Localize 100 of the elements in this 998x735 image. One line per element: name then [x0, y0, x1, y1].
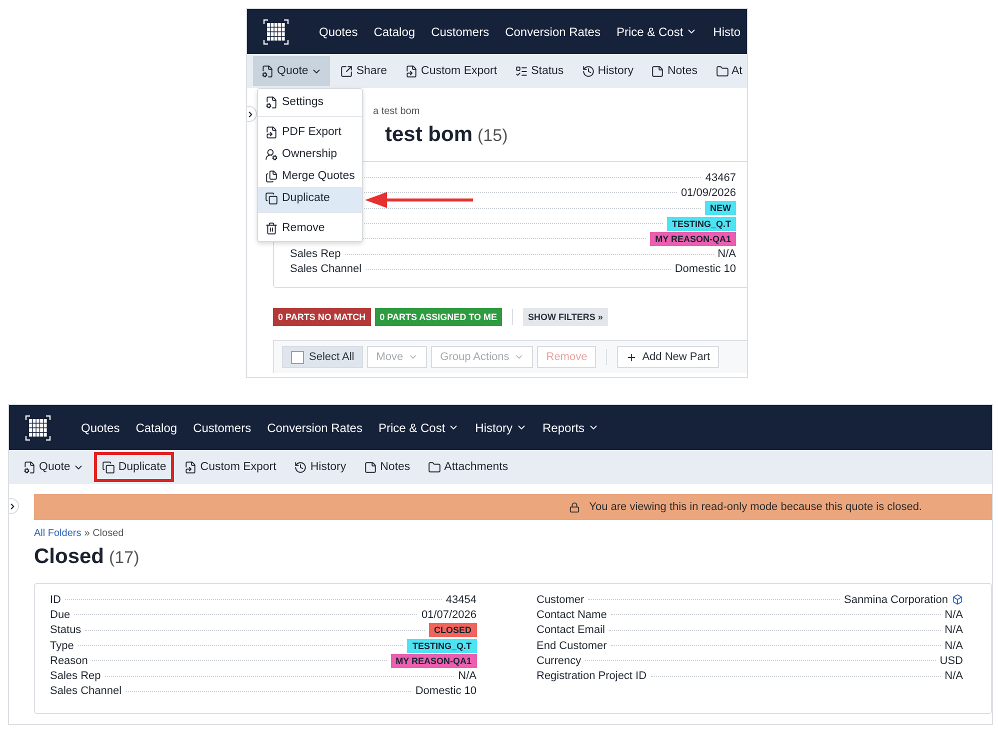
- toolbar-button[interactable]: Quote: [253, 56, 330, 86]
- nav-link[interactable]: Reports: [534, 420, 607, 434]
- toolbar-button[interactable]: Custom Export: [397, 56, 506, 86]
- nav-link[interactable]: Customers: [423, 24, 498, 38]
- nav-link[interactable]: History: [467, 420, 535, 434]
- field-label: Sales Channel: [290, 263, 362, 276]
- field-label: ID: [50, 594, 61, 606]
- status-tag: NEW: [705, 201, 736, 216]
- toolbar-button[interactable]: Quote: [15, 452, 92, 482]
- field-value: N/A: [718, 248, 736, 260]
- box-icon[interactable]: [952, 594, 963, 606]
- status-tag: TESTING_Q.T: [407, 638, 476, 653]
- trash-icon: [265, 222, 278, 234]
- field-label: Customer: [536, 594, 584, 606]
- file-gear-icon: [261, 64, 274, 78]
- field-label: Currency: [536, 654, 582, 667]
- chevron-right-icon: [247, 110, 255, 118]
- note-icon: [651, 64, 664, 78]
- toolbar-button[interactable]: History: [574, 56, 642, 86]
- file-arrow-icon: [405, 64, 418, 78]
- history-icon: [294, 460, 308, 474]
- status-tag: MY REASON-QA1: [650, 232, 736, 246]
- field-value: N/A: [944, 608, 963, 621]
- nav-link[interactable]: Histo: [705, 24, 747, 38]
- toolbar-button[interactable]: At: [708, 56, 747, 86]
- field-label: Contact Name: [536, 608, 607, 621]
- item-count: (15): [478, 126, 508, 146]
- file-arrow-icon: [184, 460, 198, 474]
- field-value: USD: [940, 654, 963, 667]
- banner-text: You are viewing this in read-only mode because this quote is closed.: [589, 501, 922, 513]
- folder-icon: [428, 460, 442, 474]
- filter-button[interactable]: 0 PARTS ASSIGNED TO ME: [374, 308, 502, 326]
- toolbar-button[interactable]: Duplicate: [94, 452, 174, 482]
- filter-button[interactable]: SHOW FILTERS »: [523, 308, 608, 326]
- menu-item[interactable]: Settings: [258, 91, 362, 117]
- history-icon: [582, 64, 595, 78]
- field-value: 43467: [705, 172, 736, 184]
- lock-icon: [569, 502, 580, 512]
- breadcrumb-text: » Closed: [84, 528, 124, 539]
- field-label: Reason: [50, 654, 88, 667]
- menu-item[interactable]: PDF Export: [258, 121, 362, 143]
- menu-item[interactable]: Duplicate: [258, 187, 362, 213]
- grid-logo-icon: [25, 414, 51, 440]
- field-value: N/A: [944, 624, 963, 636]
- nav-link[interactable]: Catalog: [366, 24, 424, 38]
- toolbar-button[interactable]: Share: [332, 56, 396, 86]
- page-title: Closed: [34, 545, 104, 569]
- file-gear-icon: [265, 96, 278, 108]
- nav-link[interactable]: Conversion Rates: [259, 420, 370, 434]
- nav-link[interactable]: Price & Cost: [370, 420, 468, 434]
- note-icon: [364, 460, 378, 474]
- field-value: N/A: [458, 670, 476, 682]
- field-label: Status: [50, 624, 82, 636]
- toolbar-button[interactable]: History: [286, 452, 354, 482]
- folder-icon: [716, 64, 729, 78]
- nav-link[interactable]: Customers: [185, 420, 260, 434]
- field-label: Registration Project ID: [536, 670, 647, 682]
- breadcrumb-text: a test bom: [373, 106, 420, 117]
- nav-link[interactable]: Quotes: [73, 420, 128, 434]
- copy-icon: [102, 460, 116, 474]
- field-value: Domestic 10: [415, 685, 476, 698]
- nav-link[interactable]: Catalog: [128, 420, 186, 434]
- file-arrow-icon: [265, 126, 278, 138]
- nav-link[interactable]: Quotes: [311, 24, 366, 38]
- filter-button[interactable]: 0 PARTS NO MATCH: [273, 308, 371, 326]
- breadcrumb-link[interactable]: All Folders: [34, 528, 82, 539]
- file-gear-icon: [23, 460, 36, 474]
- page-title: test bom: [385, 123, 473, 147]
- item-count: (17): [109, 548, 140, 568]
- toolbar-button[interactable]: Custom Export: [176, 452, 284, 482]
- nav-link[interactable]: Conversion Rates: [497, 24, 608, 38]
- field-value: 43454: [446, 594, 476, 606]
- external-link-icon: [340, 64, 354, 78]
- toolbar-button[interactable]: Notes: [643, 56, 706, 86]
- list-icon: [515, 64, 528, 78]
- user-gear-icon: [265, 148, 278, 160]
- status-tag: CLOSED: [428, 623, 476, 638]
- status-tag: MY REASON-QA1: [390, 654, 476, 668]
- chevron-right-icon: [9, 502, 17, 510]
- action-button[interactable]: Select All: [282, 346, 364, 368]
- menu-item[interactable]: Remove: [258, 217, 362, 239]
- field-value: 01/09/2026: [680, 186, 736, 199]
- field-value: 01/07/2026: [421, 608, 476, 621]
- field-label: Contact Email: [536, 624, 605, 636]
- checkbox[interactable]: [291, 350, 304, 364]
- nav-link[interactable]: Price & Cost: [608, 24, 706, 38]
- toolbar-button[interactable]: Status: [507, 56, 572, 86]
- toolbar-button[interactable]: Attachments: [420, 452, 516, 482]
- action-button[interactable]: Add New Part: [617, 346, 720, 368]
- field-value: N/A: [944, 670, 963, 682]
- field-value: N/A: [944, 640, 963, 652]
- field-value: Sanmina Corporation: [844, 594, 948, 606]
- files-icon: [265, 170, 278, 182]
- menu-item[interactable]: Merge Quotes: [258, 165, 362, 187]
- menu-item[interactable]: Ownership: [258, 143, 362, 165]
- field-label: Sales Channel: [50, 685, 122, 698]
- field-label: Due: [50, 608, 70, 621]
- toolbar-button[interactable]: Notes: [356, 452, 418, 482]
- copy-icon: [265, 192, 278, 204]
- field-label: Sales Rep: [290, 248, 341, 260]
